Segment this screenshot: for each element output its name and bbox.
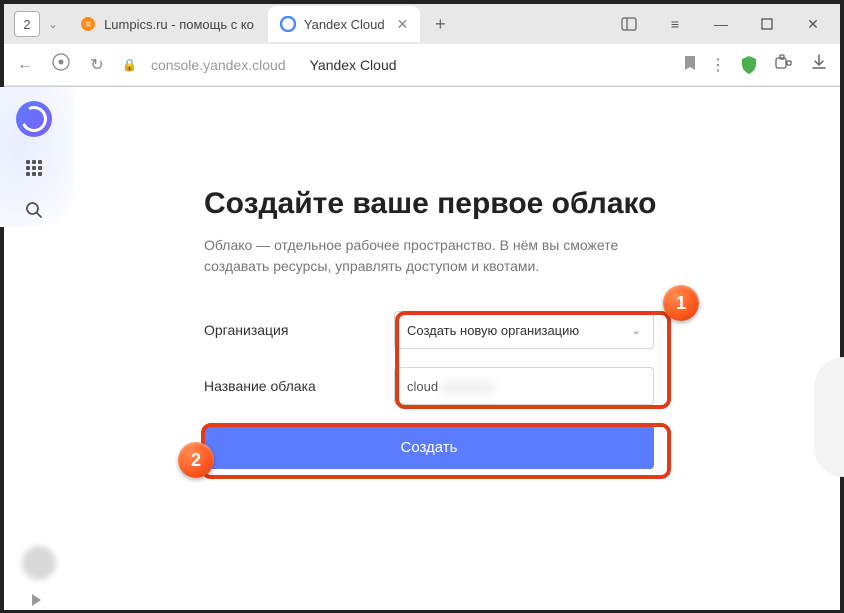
lumpics-favicon-icon bbox=[80, 16, 96, 32]
tabs-row: 2 ⌄ Lumpics.ru - помощь с ко Yandex Clou… bbox=[4, 4, 840, 44]
org-label: Организация bbox=[204, 322, 394, 338]
apps-grid-icon[interactable] bbox=[23, 157, 45, 179]
url-text[interactable]: console.yandex.cloud bbox=[151, 57, 286, 73]
chevron-down-icon[interactable]: ⌄ bbox=[48, 17, 58, 31]
close-icon[interactable]: ✕ bbox=[397, 16, 409, 33]
decorative-bulge bbox=[814, 357, 844, 477]
back-button[interactable]: ← bbox=[14, 56, 36, 74]
browser-chrome: 2 ⌄ Lumpics.ru - помощь с ко Yandex Clou… bbox=[4, 4, 840, 87]
play-icon[interactable] bbox=[32, 594, 41, 606]
window-controls: ≡ — ✕ bbox=[606, 8, 836, 40]
tab-lumpics[interactable]: Lumpics.ru - помощь с ко bbox=[68, 6, 266, 42]
page-title-text: Yandex Cloud bbox=[310, 57, 397, 73]
bookmark-icon[interactable] bbox=[684, 55, 696, 74]
page-subtext: Облако — отдельное рабочее пространство.… bbox=[204, 235, 674, 277]
annotation-badge-2: 2 bbox=[178, 442, 214, 478]
shield-icon[interactable] bbox=[740, 55, 758, 75]
new-tab-button[interactable]: + bbox=[426, 10, 454, 38]
annotation-badge-1: 1 bbox=[663, 285, 699, 321]
tab-counter[interactable]: 2 bbox=[14, 11, 40, 37]
menu-icon[interactable]: ≡ bbox=[652, 8, 698, 40]
maximize-button[interactable] bbox=[744, 8, 790, 40]
blurred-text: xxxxxxx bbox=[442, 379, 495, 394]
org-row: Организация Создать новую организацию ⌄ bbox=[204, 311, 800, 349]
extensions-icon[interactable] bbox=[772, 53, 794, 76]
tab-title: Yandex Cloud bbox=[304, 17, 385, 32]
avatar[interactable] bbox=[22, 546, 56, 580]
cloud-name-value: cloud bbox=[407, 379, 438, 394]
lock-icon[interactable]: 🔒 bbox=[122, 58, 137, 72]
kebab-menu-icon[interactable]: ⋮ bbox=[710, 55, 726, 75]
page-heading: Создайте ваше первое облако bbox=[204, 187, 800, 221]
address-bar-row: ← ↻ 🔒 console.yandex.cloud Yandex Cloud … bbox=[4, 44, 840, 86]
tab-yandex-cloud[interactable]: Yandex Cloud ✕ bbox=[268, 6, 420, 42]
yandex-cloud-logo-icon[interactable] bbox=[16, 101, 52, 137]
close-button[interactable]: ✕ bbox=[790, 8, 836, 40]
yandex-cloud-favicon-icon bbox=[280, 16, 296, 32]
cloud-name-input[interactable]: cloud xxxxxxx bbox=[394, 367, 654, 405]
yandex-icon[interactable] bbox=[50, 53, 72, 76]
minimize-button[interactable]: — bbox=[698, 8, 744, 40]
page-content: Создайте ваше первое облако Облако — отд… bbox=[4, 87, 840, 610]
cloud-name-row: Название облака cloud xxxxxxx bbox=[204, 367, 800, 405]
reload-button[interactable]: ↻ bbox=[86, 55, 108, 75]
org-select[interactable]: Создать новую организацию ⌄ bbox=[394, 311, 654, 349]
cloud-name-label: Название облака bbox=[204, 378, 394, 394]
create-button[interactable]: Создать bbox=[204, 425, 654, 469]
sidebar bbox=[4, 87, 64, 610]
chevron-down-icon: ⌄ bbox=[632, 324, 641, 337]
sidebar-toggle-icon[interactable] bbox=[606, 8, 652, 40]
search-icon[interactable] bbox=[23, 199, 45, 221]
main-content: Создайте ваше первое облако Облако — отд… bbox=[64, 87, 840, 610]
downloads-icon[interactable] bbox=[808, 54, 830, 75]
org-select-value: Создать новую организацию bbox=[407, 323, 579, 338]
tab-title: Lumpics.ru - помощь с ко bbox=[104, 17, 254, 32]
